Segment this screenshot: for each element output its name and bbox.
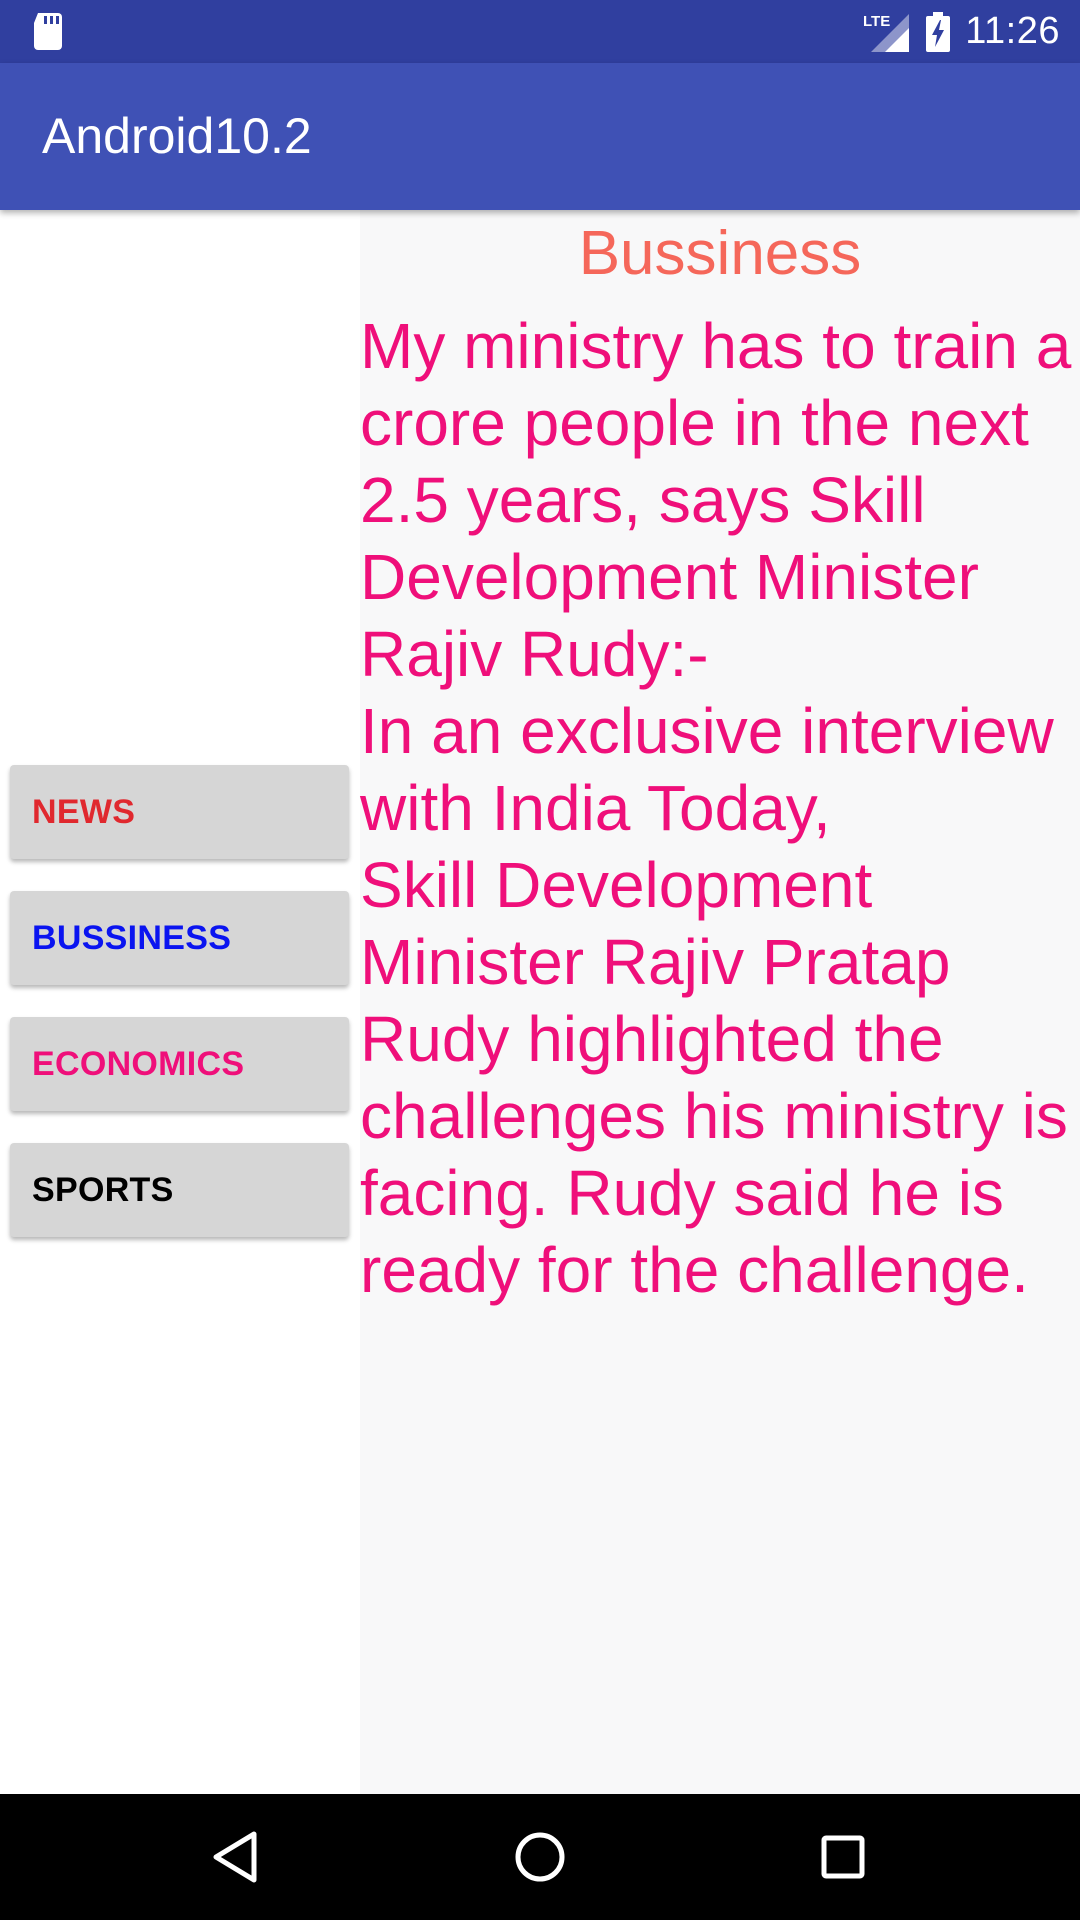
menu-pane: NEWS BUSSINESS ECONOMICS SPORTS bbox=[0, 210, 360, 1794]
navigation-bar bbox=[0, 1794, 1080, 1920]
article-body: My ministry has to train a crore people … bbox=[360, 310, 1072, 1306]
home-icon bbox=[515, 1832, 565, 1882]
bussiness-button[interactable]: BUSSINESS bbox=[10, 891, 349, 985]
app-title: Android10.2 bbox=[42, 108, 312, 164]
sports-button[interactable]: SPORTS bbox=[10, 1143, 349, 1237]
status-right: LTE 11:26 bbox=[863, 0, 1060, 63]
news-button[interactable]: NEWS bbox=[10, 765, 349, 859]
lte-signal-icon: LTE bbox=[863, 13, 910, 52]
article-pane: Bussiness My ministry has to train a cro… bbox=[360, 210, 1080, 1794]
back-icon bbox=[213, 1831, 257, 1883]
economics-button[interactable]: ECONOMICS bbox=[10, 1017, 349, 1111]
lte-label: LTE bbox=[863, 13, 890, 30]
article-title: Bussiness bbox=[578, 219, 862, 288]
back-button[interactable] bbox=[200, 1822, 270, 1892]
status-time: 11:26 bbox=[965, 10, 1060, 52]
app-bar: Android10.2 bbox=[0, 63, 1080, 210]
recents-icon bbox=[821, 1835, 865, 1879]
status-bar: LTE 11:26 bbox=[0, 0, 1080, 63]
sd-card-icon bbox=[34, 13, 62, 50]
content-area: NEWS BUSSINESS ECONOMICS SPORTS Bussines… bbox=[0, 210, 1080, 1794]
battery-charging-icon bbox=[926, 11, 951, 52]
home-button[interactable] bbox=[505, 1822, 575, 1892]
recents-button[interactable] bbox=[808, 1822, 878, 1892]
